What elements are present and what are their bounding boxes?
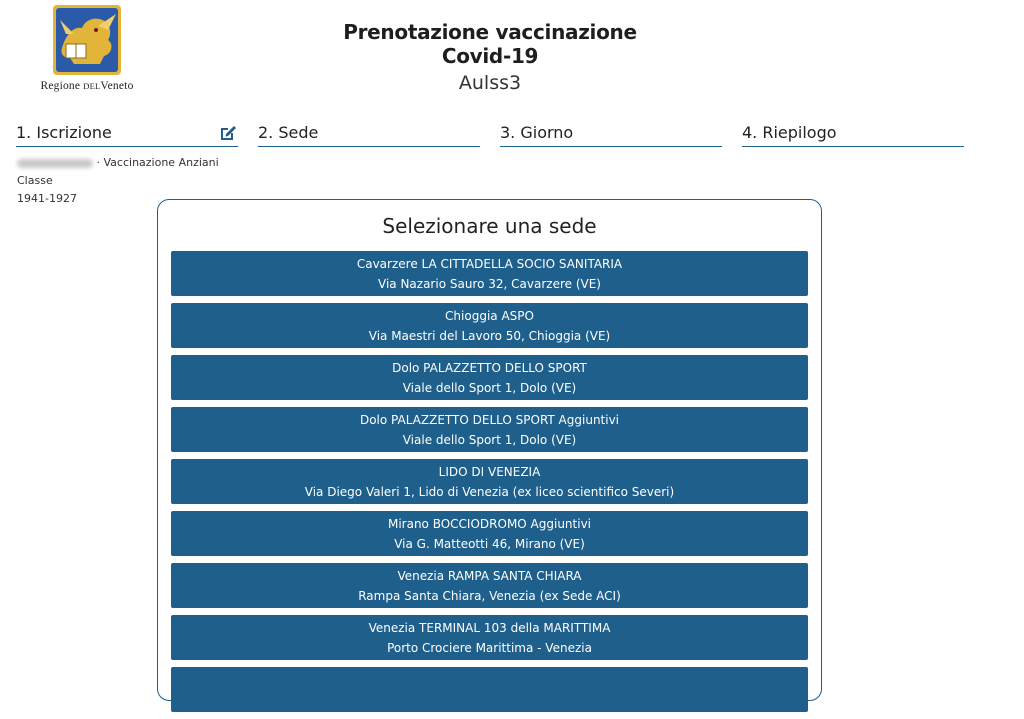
site-address: Viale dello Sport 1, Dolo (VE) — [402, 432, 577, 447]
site-name: Cavarzere LA CITTADELLA SOCIO SANITARIA — [356, 256, 623, 271]
site-address: Via Diego Valeri 1, Lido di Venezia (ex … — [304, 484, 675, 499]
site-name: Venezia TERMINAL 103 della MARITTIMA — [368, 620, 611, 635]
page-title: Prenotazione vaccinazione Covid-19 — [343, 20, 637, 68]
page-subtitle: Aulss3 — [458, 72, 522, 94]
site-address: Via Nazario Sauro 32, Cavarzere (VE) — [378, 276, 601, 291]
step-label: 4. Riepilogo — [742, 123, 837, 142]
site-name: Venezia RAMPA SANTA CHIARA — [397, 568, 582, 583]
step-label: 1. Iscrizione — [16, 123, 112, 142]
site-address: Via Maestri del Lavoro 50, Chioggia (VE) — [368, 328, 611, 343]
logo-text-veneto: Veneto — [100, 80, 134, 92]
step-riepilogo[interactable]: 4. Riepilogo — [742, 122, 964, 147]
step-iscrizione[interactable]: 1. Iscrizione — [16, 122, 238, 147]
site-button[interactable]: Venezia RAMPA SANTA CHIARA Rampa Santa C… — [171, 563, 808, 608]
site-address: Via G. Matteotti 46, Mirano (VE) — [394, 536, 585, 551]
site-button[interactable]: Dolo PALAZZETTO DELLO SPORT Aggiuntivi V… — [171, 407, 808, 452]
category-line2: 1941-1927 — [17, 192, 77, 205]
separator: · — [93, 156, 104, 169]
site-button[interactable]: Mirano BOCCIODROMO Aggiuntivi Via G. Mat… — [171, 511, 808, 556]
site-name: Mirano BOCCIODROMO Aggiuntivi — [387, 516, 592, 531]
logo-text-regione: Regione — [40, 80, 81, 92]
step-sede[interactable]: 2. Sede — [258, 122, 480, 147]
site-button[interactable]: Venezia TERMINAL 103 della MARITTIMA Por… — [171, 615, 808, 660]
site-name: LIDO DI VENEZIA — [438, 464, 541, 479]
site-name: Chioggia ASPO — [445, 308, 534, 323]
logo-text-del: del — [83, 81, 101, 91]
site-button[interactable]: Cavarzere LA CITTADELLA SOCIO SANITARIA … — [171, 251, 808, 296]
page-header: Prenotazione vaccinazione Covid-19 Aulss… — [330, 20, 650, 94]
site-name: Dolo PALAZZETTO DELLO SPORT — [392, 360, 587, 375]
edit-icon[interactable] — [218, 123, 238, 143]
logo-caption: Regione delVeneto — [20, 80, 154, 92]
site-button[interactable]: Chioggia ASPO Via Maestri del Lavoro 50,… — [171, 303, 808, 348]
site-address: Viale dello Sport 1, Dolo (VE) — [402, 380, 577, 395]
site-address: Rampa Santa Chiara, Venezia (ex Sede ACI… — [358, 588, 621, 603]
regione-veneto-logo: Regione delVeneto — [20, 4, 154, 92]
site-button[interactable]: Dolo PALAZZETTO DELLO SPORT Viale dello … — [171, 355, 808, 400]
lion-crest-icon — [53, 5, 121, 75]
site-address: Porto Crociere Marittima - Venezia — [387, 640, 592, 655]
blurred-user-name — [17, 158, 93, 168]
site-name: Dolo PALAZZETTO DELLO SPORT Aggiuntivi — [359, 412, 620, 427]
site-selection-panel: Selezionare una sede Cavarzere LA CITTAD… — [157, 199, 822, 712]
step-label: 3. Giorno — [500, 123, 574, 142]
site-list: Cavarzere LA CITTADELLA SOCIO SANITARIA … — [171, 251, 808, 719]
panel-title: Selezionare una sede — [382, 214, 597, 238]
step-giorno[interactable]: 3. Giorno — [500, 122, 722, 147]
step-label: 2. Sede — [258, 123, 319, 142]
site-button[interactable] — [171, 667, 808, 712]
site-button[interactable]: LIDO DI VENEZIA Via Diego Valeri 1, Lido… — [171, 459, 808, 504]
